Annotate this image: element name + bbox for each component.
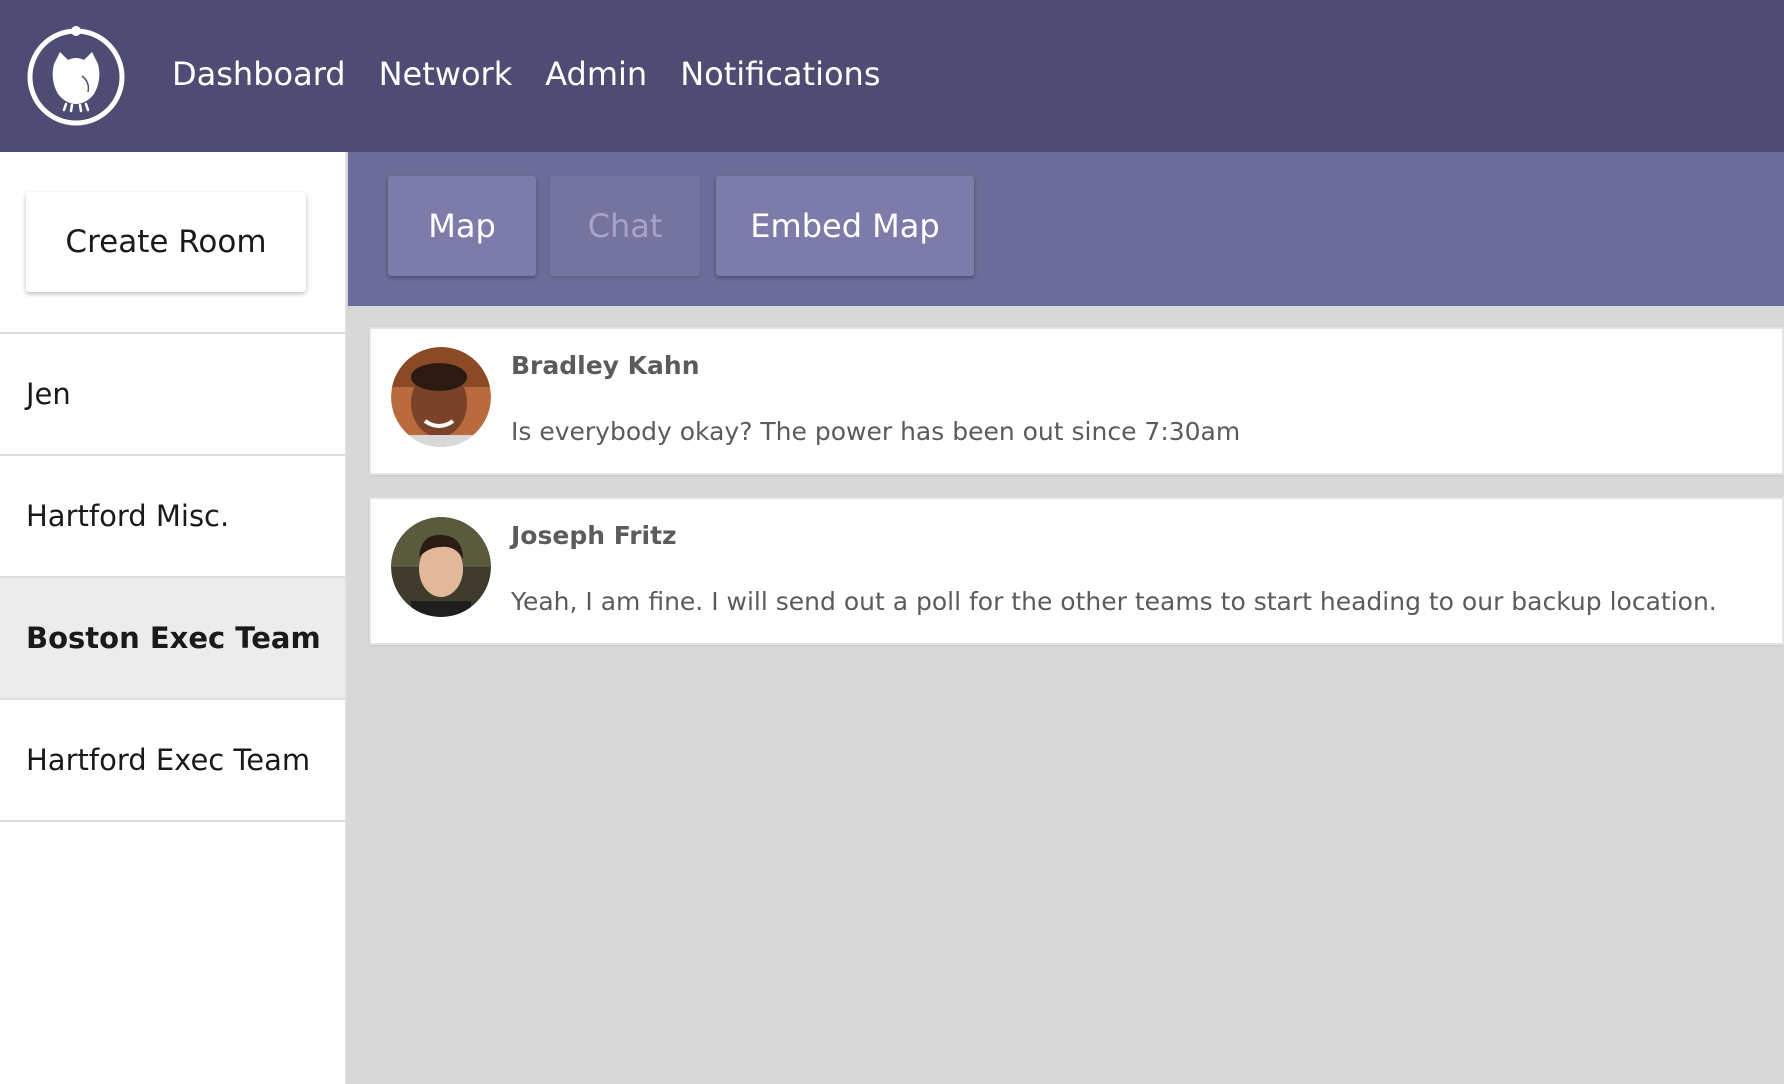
nav-notifications[interactable]: Notifications	[680, 50, 880, 98]
message-author: Bradley Kahn	[511, 351, 700, 380]
create-room-button[interactable]: Create Room	[26, 192, 306, 292]
message-text: Is everybody okay? The power has been ou…	[511, 417, 1241, 446]
chat-message: Bradley Kahn Is everybody okay? The powe…	[369, 327, 1784, 475]
message-author: Joseph Fritz	[511, 521, 677, 550]
nav-network[interactable]: Network	[379, 50, 513, 98]
tab-chat[interactable]: Chat	[550, 176, 700, 276]
message-text: Yeah, I am fine. I will send out a poll …	[511, 587, 1717, 616]
nav-admin[interactable]: Admin	[545, 50, 647, 98]
main-nav: Dashboard Network Admin Notifications	[172, 50, 913, 98]
room-list: Jen Hartford Misc. Boston Exec Team Hart…	[0, 332, 345, 822]
user-avatar	[391, 347, 491, 447]
room-item-jen[interactable]: Jen	[0, 334, 345, 456]
user-avatar	[391, 517, 491, 617]
top-navigation-bar: Dashboard Network Admin Notifications	[0, 0, 1784, 152]
nav-dashboard[interactable]: Dashboard	[172, 50, 346, 98]
tab-map[interactable]: Map	[388, 176, 536, 276]
room-sidebar: Create Room Jen Hartford Misc. Boston Ex…	[0, 152, 347, 1084]
room-item-boston-exec-team[interactable]: Boston Exec Team	[0, 578, 345, 700]
owl-logo-icon[interactable]	[26, 24, 126, 126]
room-tab-bar: Map Chat Embed Map	[348, 152, 1784, 306]
room-item-hartford-exec-team[interactable]: Hartford Exec Team	[0, 700, 345, 822]
tab-embed-map[interactable]: Embed Map	[716, 176, 974, 276]
room-item-hartford-misc[interactable]: Hartford Misc.	[0, 456, 345, 578]
chat-message: Joseph Fritz Yeah, I am fine. I will sen…	[369, 497, 1784, 645]
